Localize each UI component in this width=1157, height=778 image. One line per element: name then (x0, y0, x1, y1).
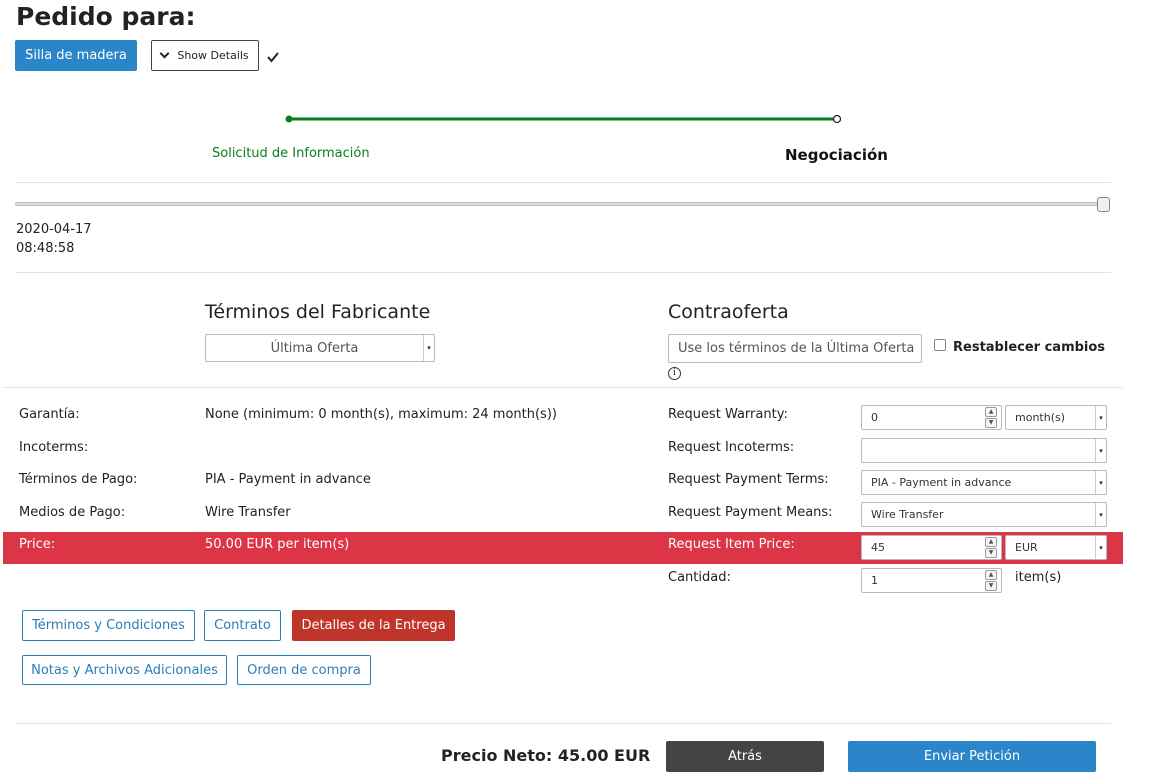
show-details-button[interactable]: Show Details (151, 40, 259, 71)
caret-icon: ▾ (423, 335, 434, 361)
progress-stepper (285, 113, 842, 125)
counter-offer-heading: Contraoferta (668, 301, 789, 323)
request-warranty-label: Request Warranty: (668, 407, 788, 422)
payment-means-select-value: Wire Transfer (871, 508, 944, 521)
warranty-input-value: 0 (871, 411, 878, 424)
request-payment-means-label: Request Payment Means: (668, 505, 833, 520)
divider (15, 272, 1111, 273)
tab-delivery-details[interactable]: Detalles de la Entrega (292, 610, 455, 641)
price-value: 50.00 EUR per item(s) (205, 537, 350, 552)
warranty-label: Garantía: (19, 407, 80, 422)
warranty-input[interactable]: 0 ▲ ▼ (861, 405, 1002, 430)
timeline-time: 08:48:58 (16, 241, 75, 256)
caret-icon: ▾ (1095, 536, 1106, 559)
tab-purchase-order[interactable]: Orden de compra (237, 655, 371, 685)
stepper-icon[interactable]: ▲ ▼ (985, 407, 997, 428)
timeline-slider[interactable] (15, 202, 1105, 206)
quantity-label: Cantidad: (668, 570, 731, 585)
incoterms-select[interactable]: ▾ (861, 438, 1107, 463)
payment-terms-select-value: PIA - Payment in advance (871, 476, 1012, 489)
reset-checkbox[interactable] (934, 339, 946, 351)
stepper-icon[interactable]: ▲ ▼ (985, 537, 997, 558)
warranty-value: None (minimum: 0 month(s), maximum: 24 m… (205, 407, 557, 422)
tab-terms-conditions[interactable]: Términos y Condiciones (22, 610, 195, 641)
chevron-down-icon (159, 48, 170, 59)
quantity-input-value: 1 (871, 574, 878, 587)
quantity-input[interactable]: 1 ▲ ▼ (861, 568, 1002, 593)
use-last-offer-button[interactable]: Use los términos de la Última Oferta (668, 334, 922, 363)
check-icon (267, 50, 279, 64)
quantity-unit: item(s) (1015, 570, 1062, 585)
caret-icon: ▾ (1095, 439, 1106, 462)
payment-means-label: Medios de Pago: (19, 505, 126, 520)
show-details-label: Show Details (177, 49, 249, 62)
manufacturer-terms-heading: Términos del Fabricante (205, 301, 431, 323)
warranty-unit-select[interactable]: month(s) ▾ (1005, 405, 1107, 430)
info-icon: i (668, 367, 681, 380)
send-request-button[interactable]: Enviar Petición (848, 741, 1096, 772)
timeline-slider-handle[interactable] (1097, 197, 1110, 212)
payment-terms-label: Términos de Pago: (19, 472, 138, 487)
offer-select[interactable]: Última Oferta ▾ (205, 334, 435, 362)
step-solicitud: Solicitud de Información (212, 146, 370, 161)
warranty-unit-value: month(s) (1015, 411, 1066, 424)
request-item-price-label: Request Item Price: (668, 537, 795, 552)
payment-means-select[interactable]: Wire Transfer ▾ (861, 502, 1107, 527)
back-button[interactable]: Atrás (666, 741, 824, 772)
request-payment-terms-label: Request Payment Terms: (668, 472, 829, 487)
request-incoterms-label: Request Incoterms: (668, 440, 795, 455)
page-title: Pedido para: (16, 2, 196, 31)
divider (3, 387, 1123, 388)
tab-notes-files[interactable]: Notas y Archivos Adicionales (22, 655, 227, 685)
currency-select-value: EUR (1015, 541, 1038, 554)
caret-icon: ▾ (1095, 406, 1106, 429)
payment-means-value: Wire Transfer (205, 505, 291, 520)
reset-label: Restablecer cambios (953, 340, 1106, 355)
stepper-icon[interactable]: ▲ ▼ (985, 570, 997, 591)
divider (15, 182, 1111, 183)
timeline-date: 2020-04-17 (16, 222, 92, 237)
currency-select[interactable]: EUR ▾ (1005, 535, 1107, 560)
caret-icon: ▾ (1095, 503, 1106, 526)
item-price-input-value: 45 (871, 541, 885, 554)
incoterms-label: Incoterms: (19, 440, 89, 455)
item-price-input[interactable]: 45 ▲ ▼ (861, 535, 1002, 560)
offer-select-value: Última Oferta (270, 340, 359, 356)
net-price: Precio Neto: 45.00 EUR (441, 746, 651, 765)
tab-contract[interactable]: Contrato (204, 610, 281, 641)
caret-icon: ▾ (1095, 471, 1106, 494)
payment-terms-select[interactable]: PIA - Payment in advance ▾ (861, 470, 1107, 495)
step-negociacion: Negociación (785, 146, 888, 164)
payment-terms-value: PIA - Payment in advance (205, 472, 371, 487)
divider (15, 723, 1111, 724)
price-label: Price: (19, 537, 56, 552)
product-button[interactable]: Silla de madera (15, 40, 137, 71)
